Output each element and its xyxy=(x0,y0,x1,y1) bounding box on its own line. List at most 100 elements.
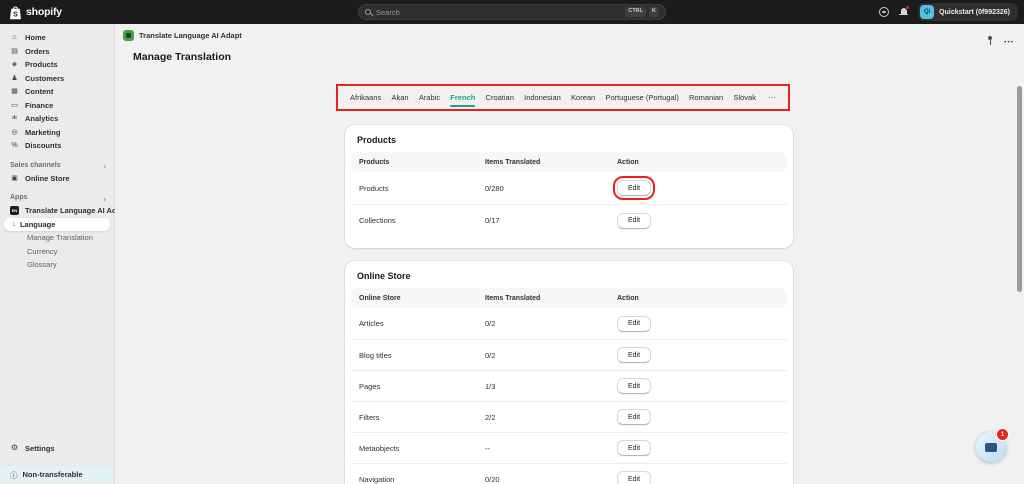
home-icon: ⌂ xyxy=(10,34,19,41)
edit-button[interactable]: Edit xyxy=(617,378,651,394)
marketing-icon: ◎ xyxy=(10,129,19,136)
sidebar-item-customers[interactable]: ♟Customers xyxy=(0,72,114,86)
tab-slovak[interactable]: Slovak xyxy=(733,93,756,102)
edit-button[interactable]: Edit xyxy=(617,213,651,229)
sidebar-item-settings[interactable]: Settings xyxy=(0,442,114,456)
notifications-button[interactable] xyxy=(899,7,908,17)
sidebar-item-label: Products xyxy=(25,60,58,69)
scrollbar[interactable] xyxy=(1017,86,1022,292)
tab-romanian[interactable]: Romanian xyxy=(689,93,723,102)
sidebar-section-apps[interactable]: Apps xyxy=(0,191,114,204)
sidebar-item-home[interactable]: ⌂ Home xyxy=(0,31,114,45)
tab-french[interactable]: French xyxy=(450,93,475,102)
sidebar-item-products[interactable]: ◈Products xyxy=(0,58,114,72)
sidebar-item-translate-app[interactable]: EN Translate Language AI Ad... xyxy=(0,204,114,218)
items-translated-value: 2/2 xyxy=(485,413,617,422)
table-row: Collections0/17Edit xyxy=(351,204,787,236)
tab-afrikaans[interactable]: Afrikaans xyxy=(350,93,381,102)
sales-channels-header: Sales channels xyxy=(10,162,61,169)
sidebar-item-marketing[interactable]: ◎ Marketing xyxy=(0,126,114,140)
search-icon xyxy=(365,9,371,15)
translate-app-icon: EN xyxy=(10,206,19,215)
sidebar-section-sales-channels[interactable]: Sales channels xyxy=(0,159,114,172)
tabs-overflow-icon[interactable]: ⋯ xyxy=(768,93,776,102)
chat-widget-button[interactable]: 1 xyxy=(976,432,1006,462)
action-cell: Edit xyxy=(617,440,779,456)
finance-icon: ▭ xyxy=(10,102,19,109)
row-label: Metaobjects xyxy=(359,444,485,453)
sidebar-item-label: Language xyxy=(20,220,55,229)
sidebar-nav: ⌂Home▤Orders◈Products♟Customers▦Content▭… xyxy=(0,24,114,153)
card-title: Products xyxy=(357,135,781,145)
sidebar-item-online-store[interactable]: Online Store xyxy=(0,172,114,186)
table-row: Products0/280Edit xyxy=(351,172,787,204)
sidebar-item-manage-translation[interactable]: Manage Translation xyxy=(0,231,114,245)
sidebar: ⌂Home▤Orders◈Products♟Customers▦Content▭… xyxy=(0,24,115,484)
sidebar-item-label: Home xyxy=(25,33,46,42)
main-content: Translate Language AI Adapt Manage Trans… xyxy=(115,24,1024,484)
action-cell: Edit xyxy=(617,180,779,196)
more-options-icon[interactable] xyxy=(1004,31,1014,49)
tab-korean[interactable]: Korean xyxy=(571,93,595,102)
tab-arabic[interactable]: Arabic xyxy=(419,93,440,102)
tab-croatian[interactable]: Croatian xyxy=(486,93,514,102)
shortcut-ctrl-key: CTRL xyxy=(625,7,646,17)
sidebar-item-label: Settings xyxy=(25,444,55,453)
sidebar-item-label: Discounts xyxy=(25,141,61,150)
edit-button[interactable]: Edit xyxy=(617,440,651,456)
shopify-logo[interactable]: S shopify xyxy=(9,0,62,24)
online-store-card: Online Store Online StoreItems Translate… xyxy=(345,261,793,484)
column-header: Products xyxy=(359,159,485,166)
card-title: Online Store xyxy=(357,271,781,281)
sidebar-item-discounts[interactable]: %Discounts xyxy=(0,139,114,153)
sidebar-item-orders[interactable]: ▤Orders xyxy=(0,45,114,59)
sidebar-item-label: Customers xyxy=(25,74,64,83)
chat-bubble-icon xyxy=(985,443,997,452)
topbar: S shopify CTRL K Qi Quickstart (0f992326… xyxy=(0,0,1024,24)
store-icon xyxy=(10,175,19,182)
column-header: Online Store xyxy=(359,295,485,302)
sidebar-item-label: Analytics xyxy=(25,114,58,123)
breadcrumb-label: Translate Language AI Adapt xyxy=(139,31,242,40)
notification-dot xyxy=(905,5,910,10)
language-tabs: Afrikaans Akan Arabic French Croatian Indones… xyxy=(350,93,756,102)
edit-button[interactable]: Edit xyxy=(617,347,651,363)
assistant-icon[interactable] xyxy=(879,7,889,17)
table-header: ProductsItems TranslatedAction xyxy=(351,152,787,172)
table-row: Metaobjects--Edit xyxy=(351,432,787,463)
gear-icon xyxy=(10,444,19,452)
non-transferable-banner[interactable]: Non-transferable xyxy=(0,466,113,482)
items-translated-value: 1/3 xyxy=(485,382,617,391)
user-menu[interactable]: Qi Quickstart (0f992326) xyxy=(918,3,1018,21)
action-cell: Edit xyxy=(617,378,779,394)
avatar: Qi xyxy=(920,5,934,19)
tab-portuguese-portugal[interactable]: Portuguese (Portugal) xyxy=(605,93,678,102)
sidebar-item-finance[interactable]: ▭Finance xyxy=(0,99,114,113)
sidebar-item-analytics[interactable]: ılı Analytics xyxy=(0,112,114,126)
row-label: Products xyxy=(359,184,485,193)
bell-base-icon xyxy=(899,14,908,15)
breadcrumb[interactable]: Translate Language AI Adapt xyxy=(123,30,242,41)
sidebar-item-language[interactable]: Language xyxy=(4,218,110,232)
content-icon: ▦ xyxy=(10,88,19,95)
analytics-icon: ılı xyxy=(10,116,19,122)
edit-button[interactable]: Edit xyxy=(617,180,651,196)
tab-akan[interactable]: Akan xyxy=(391,93,408,102)
search-input[interactable] xyxy=(376,8,622,17)
edit-button[interactable]: Edit xyxy=(617,409,651,425)
sidebar-item-label: Marketing xyxy=(25,128,60,137)
orders-icon: ▤ xyxy=(10,48,19,55)
column-header: Action xyxy=(617,295,779,302)
table-row: Articles0/2Edit xyxy=(351,308,787,339)
edit-button[interactable]: Edit xyxy=(617,316,651,332)
table-row: Pages1/3Edit xyxy=(351,370,787,401)
pin-icon[interactable] xyxy=(986,35,993,46)
sidebar-item-currency[interactable]: Currency xyxy=(0,245,114,259)
edit-button[interactable]: Edit xyxy=(617,471,651,484)
sidebar-item-content[interactable]: ▦Content xyxy=(0,85,114,99)
column-header: Action xyxy=(617,159,779,166)
tab-indonesian[interactable]: Indonesian xyxy=(524,93,561,102)
global-search[interactable]: CTRL K xyxy=(358,4,666,20)
row-label: Filters xyxy=(359,413,485,422)
sidebar-item-glossary[interactable]: Glossary xyxy=(0,258,114,272)
